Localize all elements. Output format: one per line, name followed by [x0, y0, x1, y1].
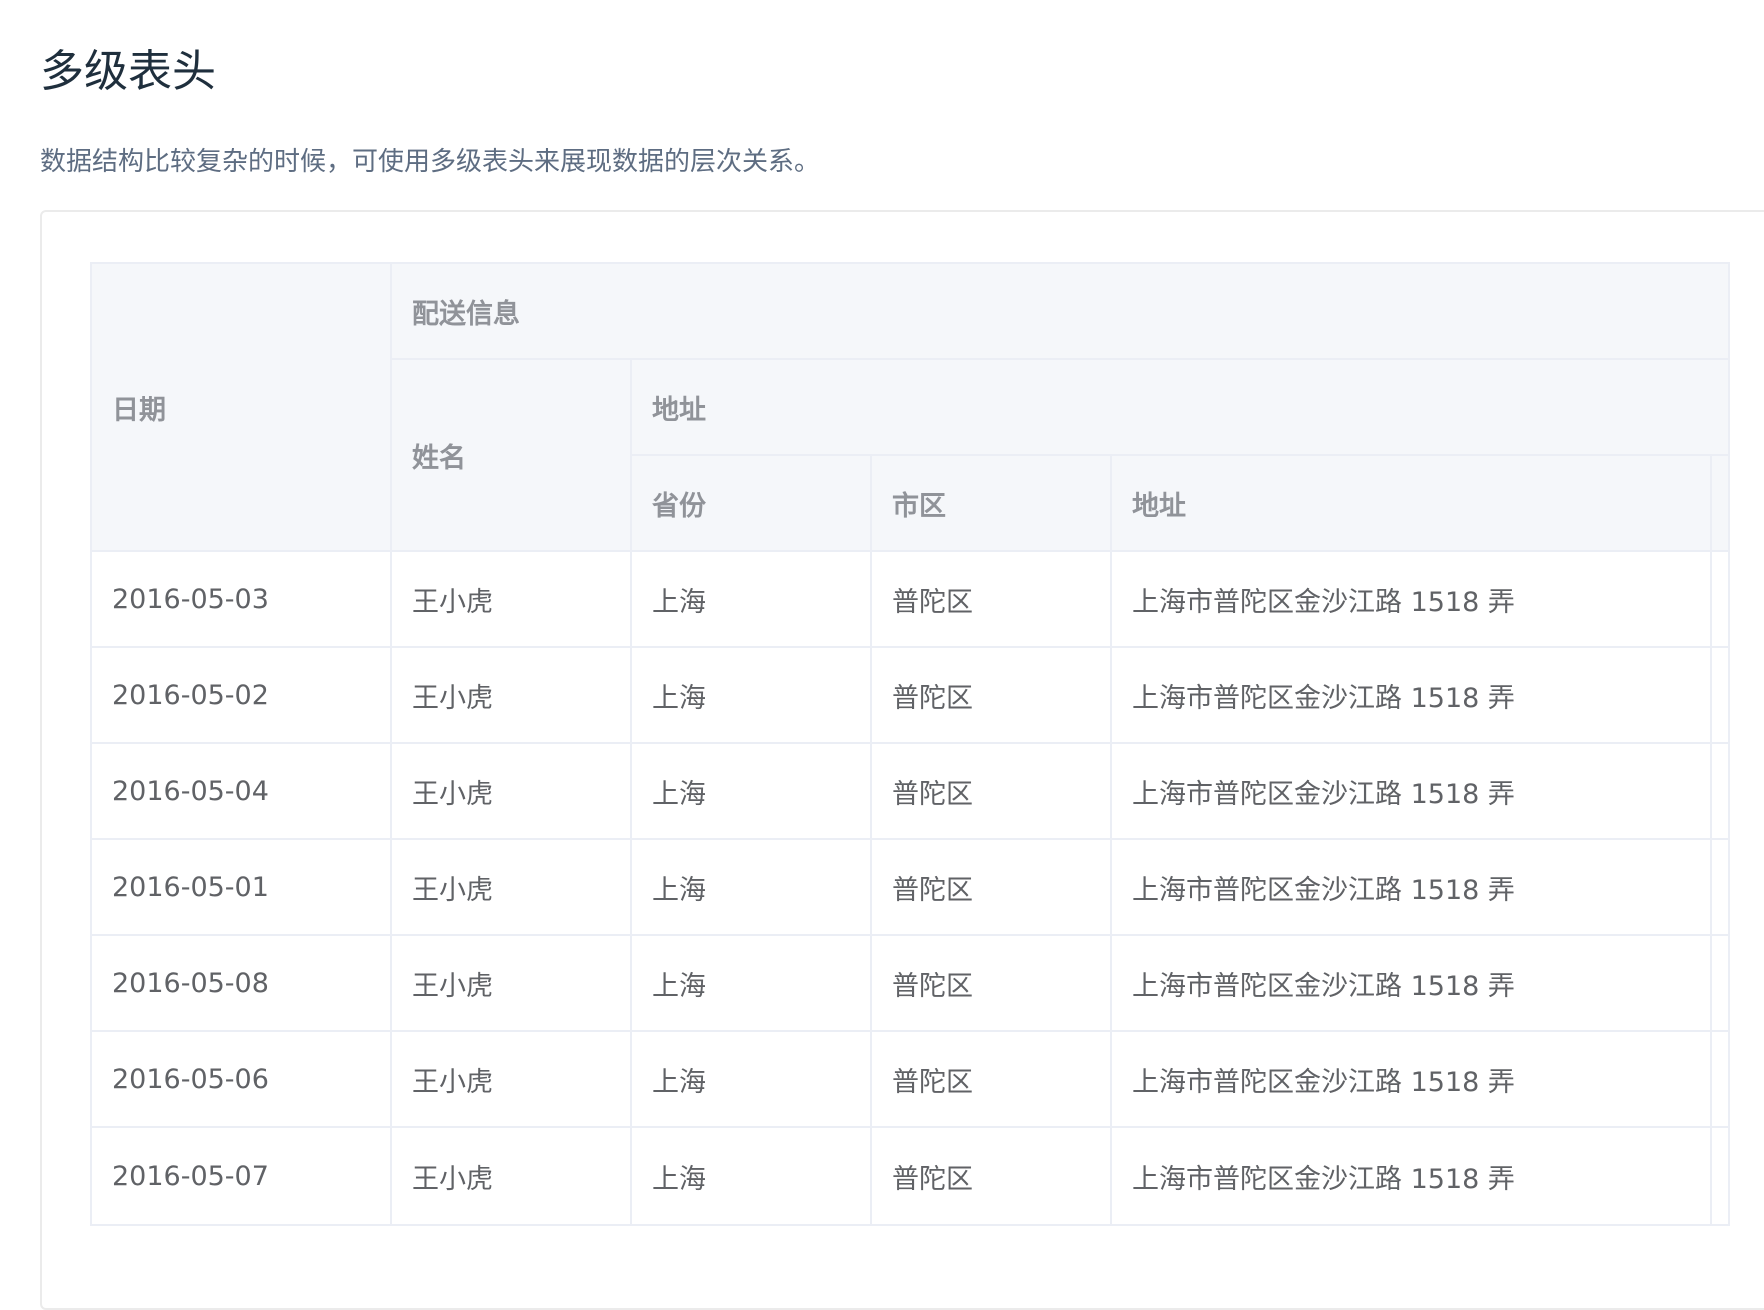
multi-header-table: 日期 配送信息 姓名 地址 省份 市区 地址 2016-05-03 王小虎 上海 普陀…: [90, 262, 1730, 1226]
header-date: 日期: [92, 264, 392, 552]
cell-name: 王小虎: [392, 840, 632, 936]
cell-province: 上海: [632, 840, 872, 936]
cell-address: 上海市普陀区金沙江路 1518 弄: [1112, 648, 1712, 744]
cell-date: 2016-05-06: [92, 1032, 392, 1128]
cell-city: 普陀区: [872, 1128, 1112, 1224]
header-delivery-info: 配送信息: [392, 264, 1728, 360]
table-grid: 日期 配送信息 姓名 地址 省份 市区 地址 2016-05-03 王小虎 上海 普陀…: [92, 264, 1728, 1224]
header-address-group: 地址: [632, 360, 1728, 456]
cell-city: 普陀区: [872, 1032, 1112, 1128]
row-gutter: [1712, 648, 1728, 744]
cell-city: 普陀区: [872, 552, 1112, 648]
header-gutter: [1712, 456, 1728, 552]
cell-province: 上海: [632, 552, 872, 648]
cell-address: 上海市普陀区金沙江路 1518 弄: [1112, 1032, 1712, 1128]
row-gutter: [1712, 1032, 1728, 1128]
header-province: 省份: [632, 456, 872, 552]
row-gutter: [1712, 936, 1728, 1032]
header-city: 市区: [872, 456, 1112, 552]
cell-province: 上海: [632, 744, 872, 840]
header-name: 姓名: [392, 360, 632, 552]
cell-name: 王小虎: [392, 552, 632, 648]
cell-date: 2016-05-07: [92, 1128, 392, 1224]
cell-address: 上海市普陀区金沙江路 1518 弄: [1112, 840, 1712, 936]
cell-province: 上海: [632, 1128, 872, 1224]
header-address: 地址: [1112, 456, 1712, 552]
cell-address: 上海市普陀区金沙江路 1518 弄: [1112, 744, 1712, 840]
cell-city: 普陀区: [872, 936, 1112, 1032]
cell-province: 上海: [632, 1032, 872, 1128]
cell-city: 普陀区: [872, 648, 1112, 744]
cell-date: 2016-05-02: [92, 648, 392, 744]
cell-province: 上海: [632, 648, 872, 744]
cell-name: 王小虎: [392, 1032, 632, 1128]
cell-date: 2016-05-08: [92, 936, 392, 1032]
cell-address: 上海市普陀区金沙江路 1518 弄: [1112, 552, 1712, 648]
cell-address: 上海市普陀区金沙江路 1518 弄: [1112, 936, 1712, 1032]
cell-city: 普陀区: [872, 744, 1112, 840]
row-gutter: [1712, 552, 1728, 648]
cell-date: 2016-05-03: [92, 552, 392, 648]
cell-province: 上海: [632, 936, 872, 1032]
cell-name: 王小虎: [392, 744, 632, 840]
row-gutter: [1712, 744, 1728, 840]
cell-date: 2016-05-01: [92, 840, 392, 936]
cell-date: 2016-05-04: [92, 744, 392, 840]
row-gutter: [1712, 1128, 1728, 1224]
page-title: 多级表头: [40, 46, 216, 97]
cell-name: 王小虎: [392, 648, 632, 744]
page-description: 数据结构比较复杂的时候，可使用多级表头来展现数据的层次关系。: [40, 147, 821, 177]
cell-address: 上海市普陀区金沙江路 1518 弄: [1112, 1128, 1712, 1224]
cell-name: 王小虎: [392, 1128, 632, 1224]
cell-name: 王小虎: [392, 936, 632, 1032]
cell-city: 普陀区: [872, 840, 1112, 936]
row-gutter: [1712, 840, 1728, 936]
